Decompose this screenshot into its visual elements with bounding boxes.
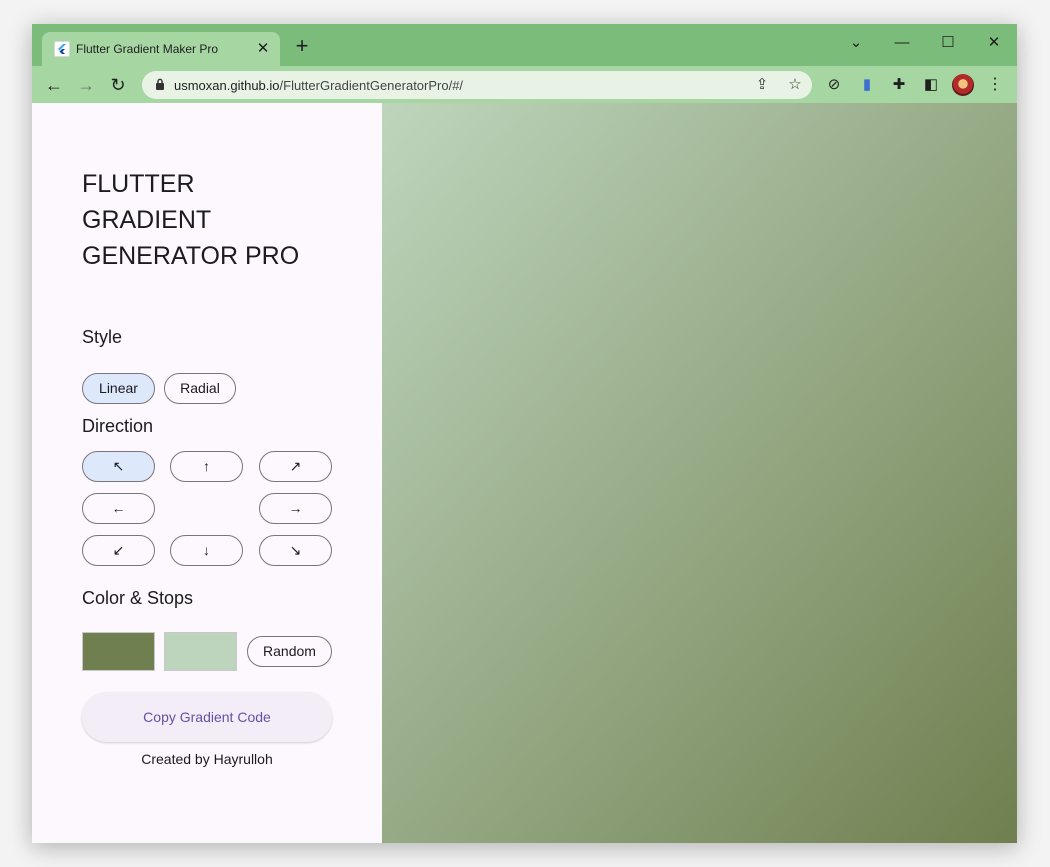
address-bar[interactable]: usmoxan.github.io/FlutterGradientGenerat… [142, 71, 812, 99]
color-stops-heading: Color & Stops [82, 588, 194, 608]
close-window-button[interactable]: ✕ [978, 30, 1010, 56]
app-title: FLUTTER GRADIENT GENERATOR PRO [82, 166, 342, 274]
profile-avatar[interactable] [952, 74, 974, 96]
direction-right-button[interactable]: → [259, 493, 332, 524]
browser-window: Flutter Gradient Maker Pro ✕ + ⌄ — ☐ ✕ ←… [32, 24, 1017, 843]
credit-text: Created by Hayrulloh [141, 751, 273, 767]
tab-close-icon[interactable]: ✕ [254, 40, 272, 58]
color-swatch-2[interactable] [164, 632, 237, 671]
direction-left-button[interactable]: ← [82, 493, 155, 524]
direction-top-right-button[interactable]: ↗ [259, 451, 332, 482]
tab-search-chevron-icon[interactable]: ⌄ [840, 30, 872, 56]
minimize-button[interactable]: — [886, 30, 918, 56]
bookmark-star-icon[interactable]: ☆ [786, 76, 804, 94]
control-panel: FLUTTER GRADIENT GENERATOR PRO Style Lin… [32, 103, 382, 843]
gradient-preview [382, 103, 1017, 843]
direction-heading: Direction [82, 416, 154, 436]
direction-bottom-right-button[interactable]: ↘ [259, 535, 332, 566]
browser-tab[interactable]: Flutter Gradient Maker Pro ✕ [42, 32, 280, 66]
app-title-line-1: FLUTTER [82, 170, 195, 198]
app-title-line-3: GENERATOR PRO [82, 242, 300, 270]
app-title-line-2: GRADIENT [82, 206, 212, 234]
side-panel-icon[interactable]: ◧ [921, 75, 941, 95]
extension-2-icon[interactable]: ▮ [857, 75, 877, 95]
random-button[interactable]: Random [247, 636, 332, 667]
title-bar: Flutter Gradient Maker Pro ✕ + ⌄ — ☐ ✕ [32, 24, 1017, 66]
style-heading: Style [82, 327, 123, 347]
back-button[interactable]: ← [41, 72, 67, 98]
copy-gradient-code-button[interactable]: Copy Gradient Code [82, 692, 332, 742]
direction-top-left-button[interactable]: ↖ [82, 451, 155, 482]
direction-bottom-left-button[interactable]: ↙ [82, 535, 155, 566]
reload-button[interactable]: ↻ [105, 72, 131, 98]
page-content: FLUTTER GRADIENT GENERATOR PRO Style Lin… [32, 103, 1017, 843]
menu-icon[interactable]: ⋮ [987, 74, 1003, 96]
maximize-button[interactable]: ☐ [932, 30, 964, 56]
color-swatch-1[interactable] [82, 632, 155, 671]
flutter-favicon-icon [54, 41, 70, 57]
forward-button[interactable]: → [73, 72, 99, 98]
style-radial-button[interactable]: Radial [164, 373, 236, 404]
extension-1-icon[interactable]: ⊘ [824, 75, 844, 95]
url-text: usmoxan.github.io/FlutterGradientGenerat… [174, 78, 463, 93]
lock-icon [156, 78, 164, 90]
style-linear-button[interactable]: Linear [82, 373, 155, 404]
browser-toolbar: ← → ↻ usmoxan.github.io/FlutterGradientG… [32, 66, 1017, 103]
tab-title: Flutter Gradient Maker Pro [76, 42, 219, 56]
url-host: usmoxan.github.io [174, 78, 280, 93]
url-path: /FlutterGradientGeneratorPro/#/ [279, 78, 464, 93]
direction-top-button[interactable]: ↑ [170, 451, 243, 482]
new-tab-button[interactable]: + [291, 35, 313, 58]
share-icon[interactable]: ⇪ [753, 76, 771, 94]
puzzle-icon[interactable]: ✚ [889, 75, 909, 95]
direction-bottom-button[interactable]: ↓ [170, 535, 243, 566]
